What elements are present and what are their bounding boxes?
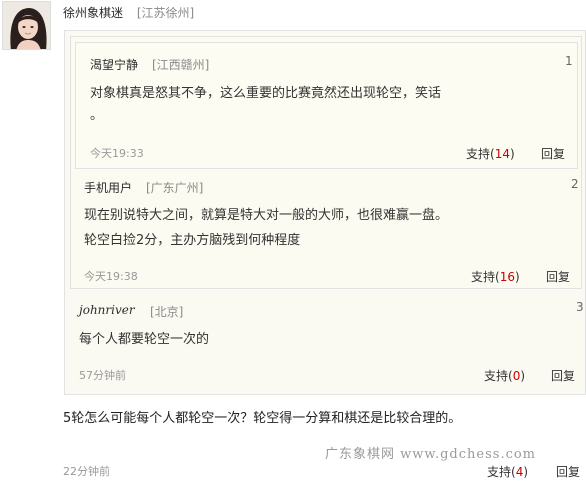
support-close: ) <box>509 147 515 161</box>
quote-1-support-button[interactable]: 支持(14) <box>466 145 515 162</box>
main-comment-text: 5轮怎么可能每个人都轮空一次？轮空得一分算和棋还是比较合理的。 <box>63 411 462 426</box>
support-close: ) <box>523 465 529 479</box>
support-label: 支持( <box>487 465 516 479</box>
quote-1-line-2: 。 <box>90 108 104 123</box>
support-label: 支持( <box>471 270 500 284</box>
quote-3-reply-button[interactable]: 回复 <box>551 367 575 384</box>
avatar-photo-icon <box>3 2 50 49</box>
quote-1-name[interactable]: 渴望宁静 <box>90 56 138 73</box>
watermark: 广东象棋网 www.gdchess.com <box>325 447 537 462</box>
quote-1-location: [江西赣州] <box>152 58 210 72</box>
main-time: 22分钟前 <box>63 465 110 478</box>
quote-2-name[interactable]: 手机用户 <box>84 179 132 196</box>
poster-location: [江苏徐州] <box>136 6 195 20</box>
support-count: 16 <box>499 270 515 284</box>
quote-3-name[interactable]: johnriver <box>79 303 135 317</box>
quote-1-floor: 1 <box>565 54 573 68</box>
quote-3-location: [北京] <box>150 305 184 319</box>
quote-2-floor: 2 <box>571 177 579 191</box>
quote-2-location: [广东广州] <box>146 181 204 195</box>
quote-1-reply-button[interactable]: 回复 <box>541 145 565 162</box>
quote-3-floor: 3 <box>576 300 584 314</box>
quote-3-line-1: 每个人都要轮空一次的 <box>79 332 210 347</box>
quote-1-line-1: 对象棋真是怒其不争，这么重要的比赛竟然还出现轮空，笑话 <box>90 86 442 101</box>
quote-3-support-button[interactable]: 支持(0) <box>484 367 525 384</box>
support-close: ) <box>514 270 520 284</box>
quote-2-support-button[interactable]: 支持(16) <box>471 268 520 285</box>
quote-2-line-2: 轮空白捡2分，主办方脑残到何种程度 <box>84 233 301 248</box>
support-close: ) <box>520 369 526 383</box>
quote-3-time: 57分钟前 <box>79 369 126 382</box>
support-label: 支持( <box>484 369 513 383</box>
poster-info: 徐州象棋迷 [江苏徐州] <box>63 4 194 21</box>
main-reply-button[interactable]: 回复 <box>556 463 580 480</box>
quote-1-time: 今天19:33 <box>90 147 144 160</box>
quote-2-reply-button[interactable]: 回复 <box>546 268 570 285</box>
avatar[interactable] <box>2 1 51 50</box>
poster-name[interactable]: 徐州象棋迷 <box>63 6 123 20</box>
main-support-button[interactable]: 支持(4) <box>487 463 528 480</box>
quote-2-line-1: 现在别说特大之间，就算是特大对一般的大师，也很难赢一盘。 <box>84 208 449 223</box>
quote-2-time: 今天19:38 <box>84 270 138 283</box>
support-label: 支持( <box>466 147 495 161</box>
support-count: 14 <box>494 147 510 161</box>
